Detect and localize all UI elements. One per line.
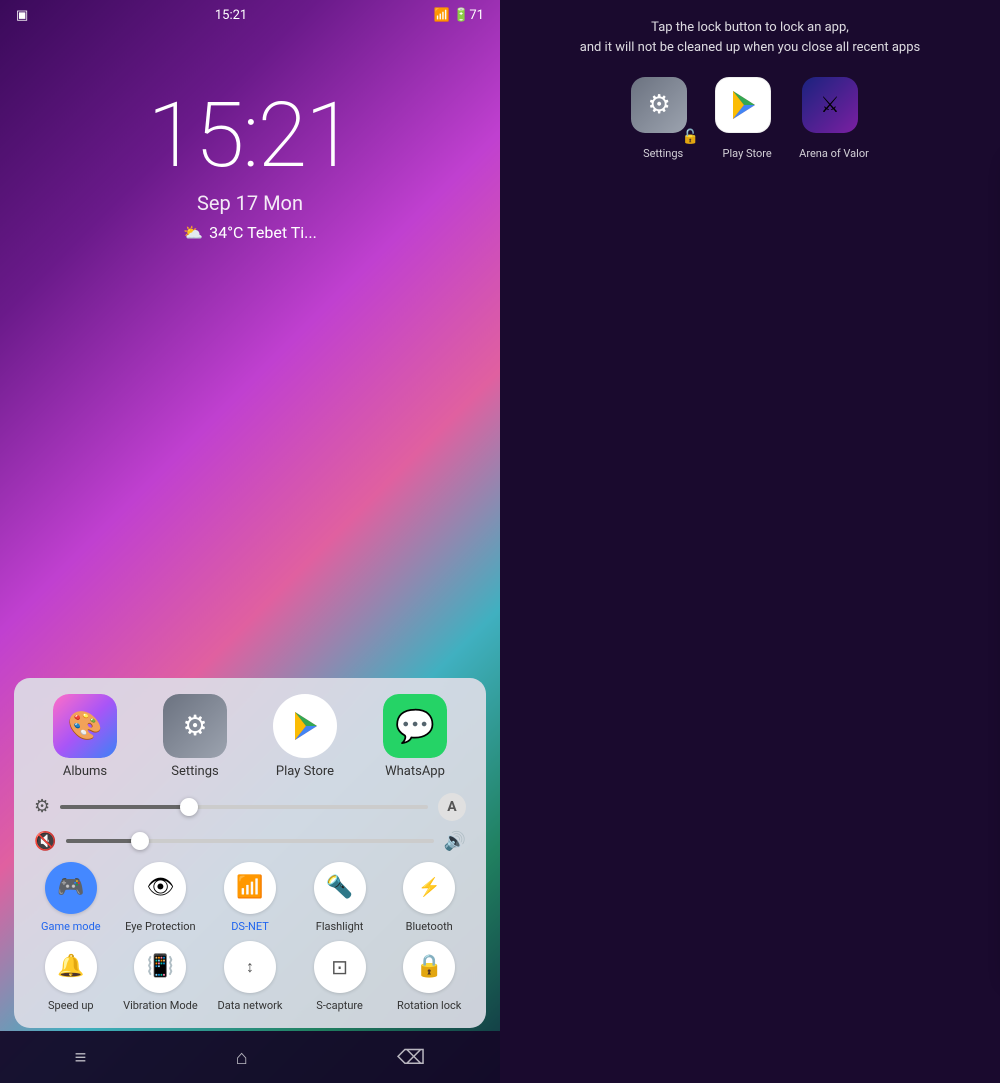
status-bar-left: ▣ 15:21 📶 🔋71 bbox=[0, 0, 500, 31]
time-display: 15:21 Sep 17 Mon ⛅ 34°C Tebet Ti... bbox=[0, 91, 500, 242]
toggle-bluetooth[interactable]: ⚡ Bluetooth bbox=[388, 862, 470, 933]
toggle-eye-protection[interactable]: 👁 Eye Protection bbox=[120, 862, 202, 933]
brightness-slider-row: ⚙ A bbox=[30, 793, 470, 821]
recent-app-settings[interactable]: ⚙ 🔓 Settings bbox=[631, 77, 695, 160]
recent-playstore-icon bbox=[715, 77, 771, 133]
volume-thumb[interactable] bbox=[131, 832, 149, 850]
speed-up-icon: 🔔 bbox=[45, 941, 97, 993]
lock-hint-area: Tap the lock button to lock an app, and … bbox=[500, 0, 1000, 67]
quick-toggle-grid: 🎮 Game mode 👁 Eye Protection 📶 DS-NET 🔦 … bbox=[30, 862, 470, 1012]
toggle-rotation-lock[interactable]: 🔒 Rotation lock bbox=[388, 941, 470, 1012]
nav-bar-left: ≡ ⌂ ⌫ bbox=[0, 1031, 500, 1083]
recent-app-arena[interactable]: ⚔ Arena of Valor bbox=[799, 77, 869, 160]
volume-fill bbox=[66, 839, 139, 843]
toggle-vibration[interactable]: 📳 Vibration Mode bbox=[120, 941, 202, 1012]
lock-hint-text-1: Tap the lock button to lock an app, bbox=[651, 20, 849, 35]
volume-slider-row: 🔇 🔊 bbox=[30, 831, 470, 852]
bluetooth-label: Bluetooth bbox=[406, 920, 453, 933]
nav-back-left[interactable]: ⌫ bbox=[397, 1045, 425, 1069]
volume-track[interactable] bbox=[66, 839, 433, 843]
quick-settings-panel: 🎨 Albums ⚙ Settings bbox=[14, 678, 486, 1028]
toggle-flashlight[interactable]: 🔦 Flashlight bbox=[299, 862, 381, 933]
qs-app-settings[interactable]: ⚙ Settings bbox=[163, 694, 227, 779]
ds-net-label: DS-NET bbox=[231, 920, 269, 933]
qs-app-whatsapp[interactable]: 💬 WhatsApp bbox=[383, 694, 447, 779]
rotation-lock-icon: 🔒 bbox=[403, 941, 455, 993]
recent-app-playstore-wrap bbox=[715, 77, 779, 141]
flashlight-icon: 🔦 bbox=[314, 862, 366, 914]
recent-arena-icon: ⚔ bbox=[802, 77, 858, 133]
toggle-speed-up[interactable]: 🔔 Speed up bbox=[30, 941, 112, 1012]
signal-icon: ▣ bbox=[16, 8, 28, 23]
toggle-ds-net[interactable]: 📶 DS-NET bbox=[209, 862, 291, 933]
playstore-app-icon bbox=[273, 694, 337, 758]
toggle-game-mode[interactable]: 🎮 Game mode bbox=[30, 862, 112, 933]
albums-label: Albums bbox=[63, 764, 107, 779]
battery-icon: 🔋71 bbox=[453, 8, 484, 23]
brightness-low-icon: ⚙ bbox=[34, 796, 50, 817]
qs-app-playstore[interactable]: Play Store bbox=[273, 694, 337, 779]
recent-settings-icon: ⚙ bbox=[631, 77, 687, 133]
volume-high-icon: 🔊 bbox=[444, 831, 466, 852]
lock-hint-text-2: and it will not be cleaned up when you c… bbox=[580, 40, 921, 55]
recent-app-playstore[interactable]: Play Store bbox=[715, 77, 779, 160]
weather-icon: ⛅ bbox=[183, 223, 203, 242]
whatsapp-app-icon: 💬 bbox=[383, 694, 447, 758]
weather-text: 34°C Tebet Ti... bbox=[209, 223, 317, 242]
toggle-data-network[interactable]: ↕ Data network bbox=[209, 941, 291, 1012]
brightness-fill bbox=[60, 805, 189, 809]
game-mode-icon: 🎮 bbox=[45, 862, 97, 914]
data-network-icon: ↕ bbox=[224, 941, 276, 993]
flashlight-label: Flashlight bbox=[316, 920, 364, 933]
lock-badge-settings: 🔓 bbox=[682, 129, 699, 145]
data-network-label: Data network bbox=[218, 999, 283, 1012]
settings-app-icon: ⚙ bbox=[163, 694, 227, 758]
volume-low-icon: 🔇 bbox=[34, 831, 56, 852]
recent-apps-row: ⚙ 🔓 Settings Play Store bbox=[500, 67, 1000, 170]
connectivity-icons: 📶 🔋71 bbox=[434, 8, 484, 23]
ds-net-icon: 📶 bbox=[224, 862, 276, 914]
date-line: Sep 17 Mon bbox=[0, 191, 500, 215]
left-panel: ▣ 15:21 📶 🔋71 15:21 Sep 17 Mon ⛅ 34°C Te… bbox=[0, 0, 500, 1083]
settings-label: Settings bbox=[171, 764, 218, 779]
playstore-label: Play Store bbox=[276, 764, 334, 779]
nav-menu-left[interactable]: ≡ bbox=[75, 1045, 87, 1070]
s-capture-icon: ⊡ bbox=[314, 941, 366, 993]
recent-arena-label: Arena of Valor bbox=[799, 147, 869, 160]
toggle-s-capture[interactable]: ⊡ S-capture bbox=[299, 941, 381, 1012]
right-panel: Tap the lock button to lock an app, and … bbox=[500, 0, 1000, 1083]
recent-app-settings-wrap: ⚙ 🔓 bbox=[631, 77, 695, 141]
font-size-indicator[interactable]: A bbox=[438, 793, 466, 821]
recent-settings-label: Settings bbox=[643, 147, 683, 160]
speed-up-label: Speed up bbox=[48, 999, 94, 1012]
weather-line: ⛅ 34°C Tebet Ti... bbox=[0, 223, 500, 242]
time-small: 15:21 bbox=[215, 8, 247, 23]
wifi-icon: 📶 bbox=[434, 8, 450, 23]
qs-app-albums[interactable]: 🎨 Albums bbox=[53, 694, 117, 779]
game-mode-label: Game mode bbox=[41, 920, 101, 933]
eye-protection-icon: 👁 bbox=[134, 862, 186, 914]
bluetooth-icon: ⚡ bbox=[403, 862, 455, 914]
brightness-thumb[interactable] bbox=[180, 798, 198, 816]
recent-app-arena-wrap: ⚔ bbox=[802, 77, 866, 141]
nav-home-left[interactable]: ⌂ bbox=[236, 1045, 248, 1070]
whatsapp-label: WhatsApp bbox=[385, 764, 445, 779]
vibration-label: Vibration Mode bbox=[123, 999, 198, 1012]
brightness-track[interactable] bbox=[60, 805, 428, 809]
vibration-icon: 📳 bbox=[134, 941, 186, 993]
qs-app-row: 🎨 Albums ⚙ Settings bbox=[30, 694, 470, 779]
rotation-lock-label: Rotation lock bbox=[397, 999, 461, 1012]
s-capture-label: S-capture bbox=[316, 999, 363, 1012]
albums-icon: 🎨 bbox=[53, 694, 117, 758]
big-time: 15:21 bbox=[0, 91, 500, 181]
eye-protection-label: Eye Protection bbox=[125, 920, 195, 933]
recent-playstore-label: Play Store bbox=[723, 147, 772, 160]
